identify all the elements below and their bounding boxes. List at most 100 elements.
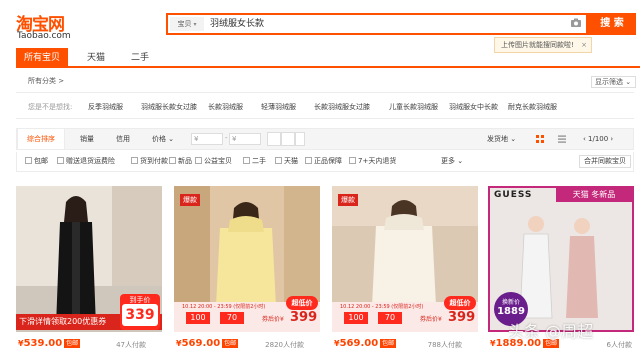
paid-count: 2820人付款 [265,341,304,348]
checkbox-cod[interactable]: 货到付款 [131,152,168,170]
sort-price[interactable]: 价格 ⌄ [141,129,185,149]
product-card[interactable]: 爆款 10.12 20:00 - 23:59 (仅限前2小时) 100 70 券… [332,186,478,348]
suggestion-link[interactable]: 儿童长款羽绒服 [389,102,438,112]
tab-tmall[interactable]: 天猫 [76,48,116,68]
tab-secondhand[interactable]: 二手 [120,48,160,68]
list-view-icon[interactable] [557,134,567,144]
checkbox-label: 正品保障 [314,157,342,165]
show-filter-button[interactable]: 显示筛选 ⌄ [591,76,636,88]
grid-view-icon[interactable] [535,134,545,144]
product-image[interactable]: 爆款 10.12 20:00 - 23:59 (仅限前2小时) 100 70 券… [174,186,320,332]
suggestion-link[interactable]: 羽绒服长款女过膝 [141,102,197,112]
price-separator: - [225,134,228,142]
free-shipping-badge: 包邮 [64,339,81,348]
hot-tag: 爆款 [180,194,200,206]
taobao-logo[interactable]: 淘宝网 Taobao.com [16,10,86,42]
promo-date: 10.12 20:00 - 23:59 (仅限前2小时) [340,304,424,310]
promo-price: 1889 [497,306,525,317]
product-image[interactable]: 爆款 10.12 20:00 - 23:59 (仅限前2小时) 100 70 券… [332,186,478,332]
all-categories-link[interactable]: 所有分类 > [28,76,64,86]
suggestions-label: 您是不是想找: [28,103,73,111]
checkbox[interactable] [349,157,356,164]
final-price-label: 券后价¥ [420,316,442,323]
price-value: 569.00 [339,338,379,348]
divider [16,118,634,119]
merge-same-items-button[interactable]: 合并同款宝贝 [579,155,631,168]
more-filters-button[interactable]: 更多 ⌄ [441,152,463,170]
view-toggle[interactable] [295,132,305,146]
ship-from-select[interactable]: 发货地 ⌄ [487,129,516,149]
sort-credit[interactable]: 信用 [105,129,141,149]
checkbox-label: 二手 [252,157,266,165]
tab-all-items[interactable]: 所有宝贝 [16,48,68,68]
final-price-label: 券后价¥ [262,316,284,323]
checkbox-charity[interactable]: 公益宝贝 [195,152,232,170]
checkbox-new[interactable]: 新品 [169,152,192,170]
checkbox[interactable] [169,157,176,164]
checkbox-label: 公益宝贝 [204,157,232,165]
sort-sales[interactable]: 销量 [69,129,105,149]
checkbox-label: 赠送退货运费险 [66,157,115,165]
promo-price: 339 [122,304,158,326]
sort-bar: 综合排序 销量 信用 价格 ⌄ ¥ - ¥ 发货地 ⌄ ‹ 1/100 › [16,128,634,150]
view-toggle[interactable] [281,132,295,146]
checkbox-label: 7+天内退货 [358,157,397,165]
price-from-input[interactable]: ¥ [191,133,223,145]
product-image[interactable]: GUESS 天猫 冬新品 换新价 1889 [488,186,634,332]
checkbox[interactable] [305,157,312,164]
product-price: ¥539.00 包邮 [18,338,81,348]
suggestion-link[interactable]: 长款羽绒服 [208,102,243,112]
checkbox[interactable] [131,157,138,164]
promo-price: 399 [448,310,476,325]
checkbox[interactable] [275,157,282,164]
checkbox[interactable] [195,157,202,164]
checkbox-authentic[interactable]: 正品保障 [305,152,342,170]
product-card[interactable]: 下滑详情领取200优惠券 到手价 339 ¥539.00 包邮 47人付款 [16,186,162,348]
suggestion-link[interactable]: 反季羽绒服 [88,102,123,112]
checkbox-return-insurance[interactable]: 赠送退货运费险 [57,152,115,170]
search-box[interactable]: 宝贝 ▾ 羽绒服女长款 [166,13,588,35]
suggestion-link[interactable]: 耐克长款羽绒服 [508,102,557,112]
product-image[interactable]: 下滑详情领取200优惠券 到手价 339 [16,186,162,332]
low-price-badge: 超低价 [444,296,476,310]
tmall-new-banner: 天猫 冬新品 [556,188,632,202]
checkbox-label: 货到付款 [140,157,168,165]
pagination-mini[interactable]: ‹ 1/100 › [583,129,613,149]
camera-icon[interactable] [570,17,582,29]
suggestion-link[interactable]: 长款羽绒服女过膝 [314,102,370,112]
product-price: ¥569.00 包邮 [334,338,397,348]
coupon-value: 100 [344,312,368,324]
search-input[interactable]: 羽绒服女长款 [210,17,264,31]
checkbox-tmall[interactable]: 天猫 [275,152,298,170]
search-type-select[interactable]: 宝贝 ▾ [170,17,204,31]
promo-price: 399 [290,310,318,325]
free-shipping-badge: 包邮 [380,339,397,348]
paid-count: 6人付款 [606,341,632,348]
filter-checkbox-row: 包邮 赠送退货运费险 货到付款 新品 公益宝贝 二手 天猫 正品保障 7+天内退… [16,152,634,172]
divider [16,92,634,93]
hot-tag: 爆款 [338,194,358,206]
checkbox-label: 天猫 [284,157,298,165]
view-toggle[interactable] [267,132,281,146]
product-card[interactable]: 爆款 10.12 20:00 - 23:59 (仅限前2小时) 100 70 券… [174,186,320,348]
price-value: 569.00 [181,338,221,348]
checkbox-free-shipping[interactable]: 包邮 [25,152,48,170]
promo-banner-text: 下滑详情领取200优惠券 [19,317,107,326]
paid-count: 47人付款 [116,341,146,348]
checkbox[interactable] [243,157,250,164]
suggestion-link[interactable]: 羽绒服女中长款 [449,102,498,112]
low-price-badge: 超低价 [286,296,318,310]
suggestion-link[interactable]: 轻薄羽绒服 [261,102,296,112]
checkbox-secondhand[interactable]: 二手 [243,152,266,170]
checkbox-label: 新品 [178,157,192,165]
price-to-input[interactable]: ¥ [229,133,261,145]
coupon-value: 70 [378,312,402,324]
search-type-label: 宝贝 [177,20,192,28]
checkbox[interactable] [57,157,64,164]
sort-default[interactable]: 综合排序 [17,129,65,149]
checkbox-7day-return[interactable]: 7+天内退货 [349,152,396,170]
search-button[interactable]: 搜 索 [588,13,636,35]
checkbox[interactable] [25,157,32,164]
paid-count: 788人付款 [427,341,462,348]
chevron-down-icon: ▾ [193,21,197,28]
